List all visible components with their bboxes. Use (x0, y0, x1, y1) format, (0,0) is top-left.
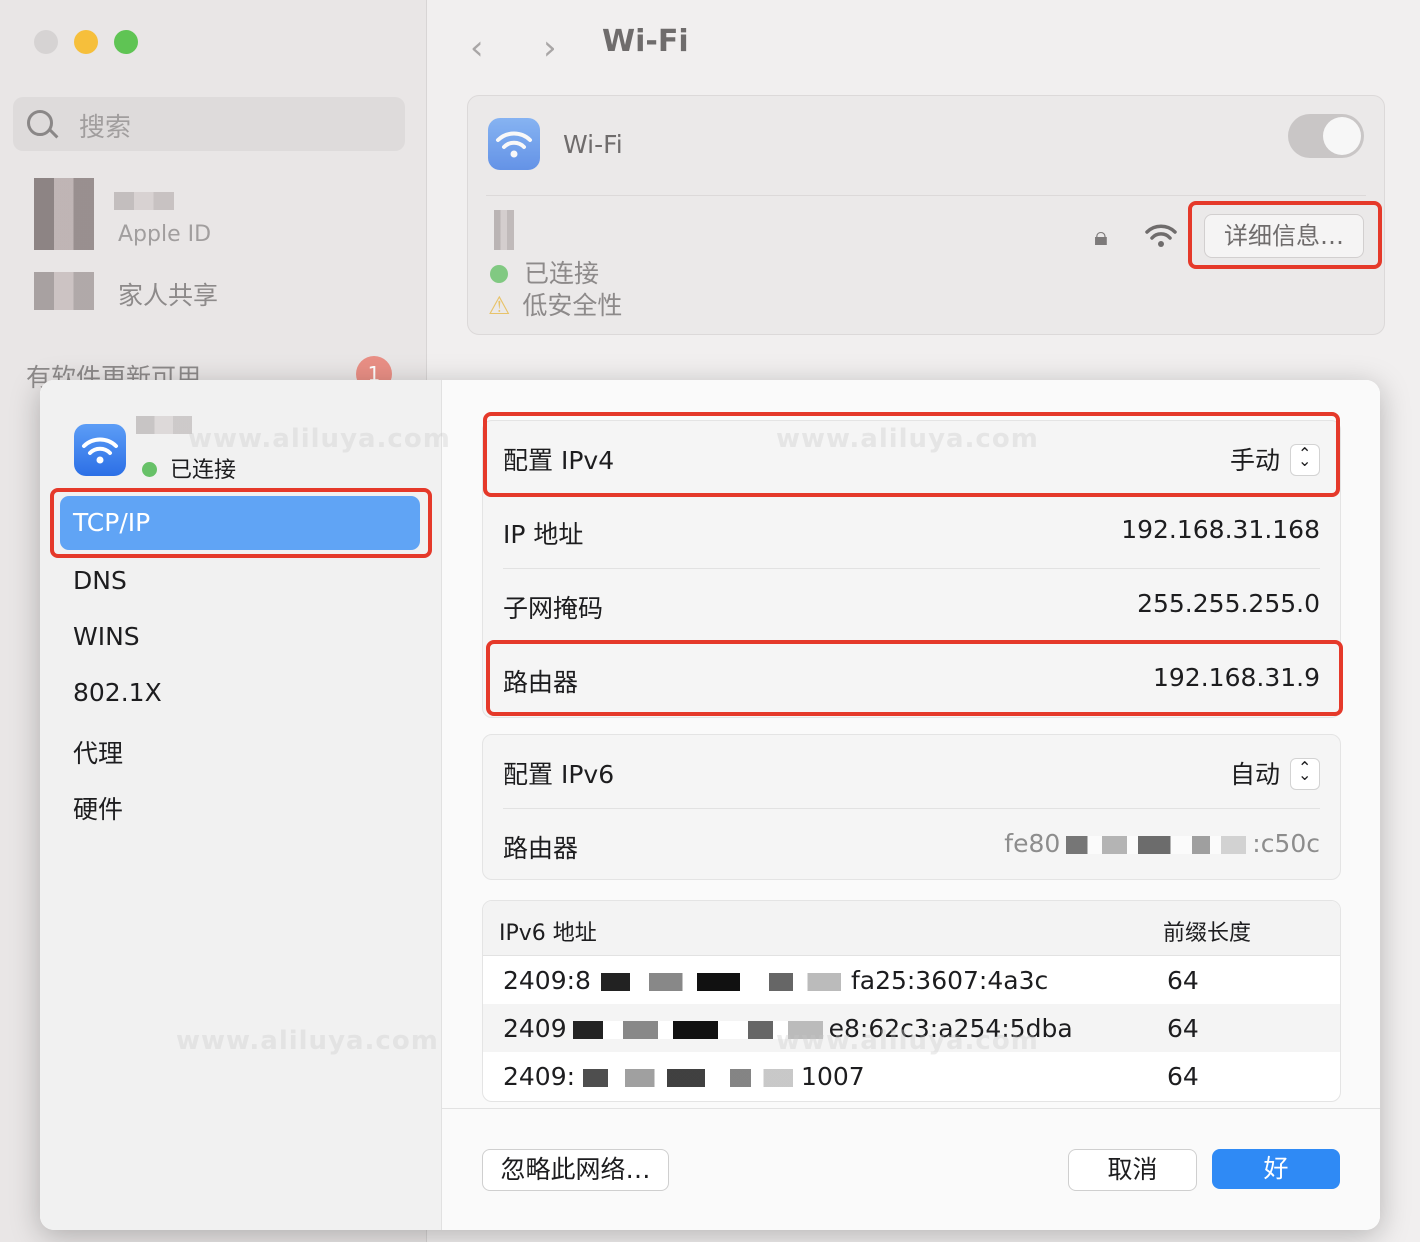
wifi-toggle[interactable] (1288, 114, 1364, 158)
network-status: 已连接 (142, 452, 236, 484)
sidebar-item-dns[interactable]: DNS (73, 566, 127, 595)
table-row[interactable]: 2409:8 fa25:3607:4a3c 64 (483, 956, 1340, 1004)
popup-stepper-icon (1290, 758, 1320, 790)
forget-network-button[interactable]: 忽略此网络… (482, 1149, 669, 1191)
ip-address-label: IP 地址 (503, 520, 584, 549)
redacted-address (583, 1069, 794, 1087)
sidebar-item-proxy[interactable]: 代理 (73, 734, 123, 770)
redacted-name (114, 192, 174, 210)
ipv6-address-cell: 2409: 1007 (503, 1062, 865, 1091)
redacted-address (572, 1021, 823, 1039)
footer-divider (442, 1108, 1380, 1109)
ipv6-address-cell: 2409:8 fa25:3607:4a3c (503, 966, 1049, 995)
wifi-label: Wi-Fi (563, 130, 623, 159)
ipv6-group: 配置 IPv6 自动 路由器 fe80:c50c (482, 734, 1341, 880)
configure-ipv6-row: 配置 IPv6 自动 (483, 735, 1340, 809)
ipv6-router-value: fe80:c50c (1004, 829, 1320, 858)
search-icon (27, 110, 53, 136)
apple-id-label[interactable]: Apple ID (118, 222, 211, 247)
highlight-box-tcpip (50, 488, 432, 558)
redacted-address (1066, 836, 1247, 854)
family-avatar (34, 272, 94, 310)
zoom-window-button[interactable] (114, 30, 138, 54)
prefix-length-cell: 64 (1167, 966, 1199, 995)
close-window-button[interactable] (34, 30, 58, 54)
cancel-button[interactable]: 取消 (1068, 1149, 1197, 1191)
redacted-address (600, 973, 841, 991)
configure-ipv6-label: 配置 IPv6 (503, 760, 615, 789)
configure-ipv6-popup[interactable]: 自动 (1230, 755, 1320, 792)
search-placeholder: 搜索 (79, 113, 132, 143)
wifi-signal-icon (1145, 224, 1177, 247)
ipv6-address-cell: 2409 e8:62c3:a254:5dba (503, 1014, 1073, 1043)
column-header-prefix[interactable]: 前缀长度 (1163, 915, 1251, 947)
page-title: Wi-Fi (602, 24, 689, 59)
lock-icon: 🔒︎ (1094, 222, 1108, 252)
column-header-address[interactable]: IPv6 地址 (499, 915, 597, 947)
highlight-box-router (486, 640, 1343, 716)
table-row[interactable]: 2409 e8:62c3:a254:5dba 64 (483, 1004, 1340, 1052)
minimize-window-button[interactable] (74, 30, 98, 54)
ipv6-router-row: 路由器 fe80:c50c (483, 809, 1340, 883)
table-row[interactable]: 2409: 1007 64 (483, 1052, 1340, 1100)
sidebar-item-wins[interactable]: WINS (73, 622, 140, 651)
highlight-box-details (1188, 201, 1382, 269)
subnet-mask-field[interactable]: 255.255.255.0 (1137, 589, 1320, 618)
prefix-length-cell: 64 (1167, 1062, 1199, 1091)
redacted-network-name (136, 416, 192, 434)
family-sharing-label[interactable]: 家人共享 (118, 276, 218, 312)
avatar[interactable] (34, 178, 94, 250)
redacted-network-name (494, 210, 514, 250)
ok-button[interactable]: 好 (1212, 1149, 1340, 1189)
divider (486, 195, 1366, 196)
wifi-icon (488, 118, 540, 170)
table-header: IPv6 地址 前缀长度 (483, 901, 1340, 956)
connected-status: 已连接 (490, 254, 599, 290)
prefix-length-cell: 64 (1167, 1014, 1199, 1043)
sidebar-item-8021x[interactable]: 802.1X (73, 678, 162, 707)
wifi-icon (74, 424, 126, 476)
connected-dot-icon (142, 462, 157, 477)
security-status: ⚠ 低安全性 (488, 291, 623, 320)
subnet-mask-row: 子网掩码 255.255.255.0 (483, 569, 1340, 643)
ip-address-row: IP 地址 192.168.31.168 (483, 495, 1340, 569)
ipv6-router-label: 路由器 (503, 834, 579, 863)
ip-address-field[interactable]: 192.168.31.168 (1121, 515, 1320, 544)
back-arrow-icon[interactable]: ‹ (470, 28, 484, 68)
ipv6-address-table: IPv6 地址 前缀长度 2409:8 fa25:3607:4a3c 64 240… (482, 900, 1341, 1102)
warning-icon: ⚠ (488, 291, 511, 320)
sidebar-item-hardware[interactable]: 硬件 (73, 790, 123, 826)
forward-arrow-icon[interactable]: › (543, 28, 557, 68)
search-field[interactable]: 搜索 (13, 97, 405, 151)
subnet-mask-label: 子网掩码 (503, 594, 604, 623)
connected-dot-icon (490, 265, 508, 283)
highlight-box-configure-ipv4 (483, 412, 1340, 497)
